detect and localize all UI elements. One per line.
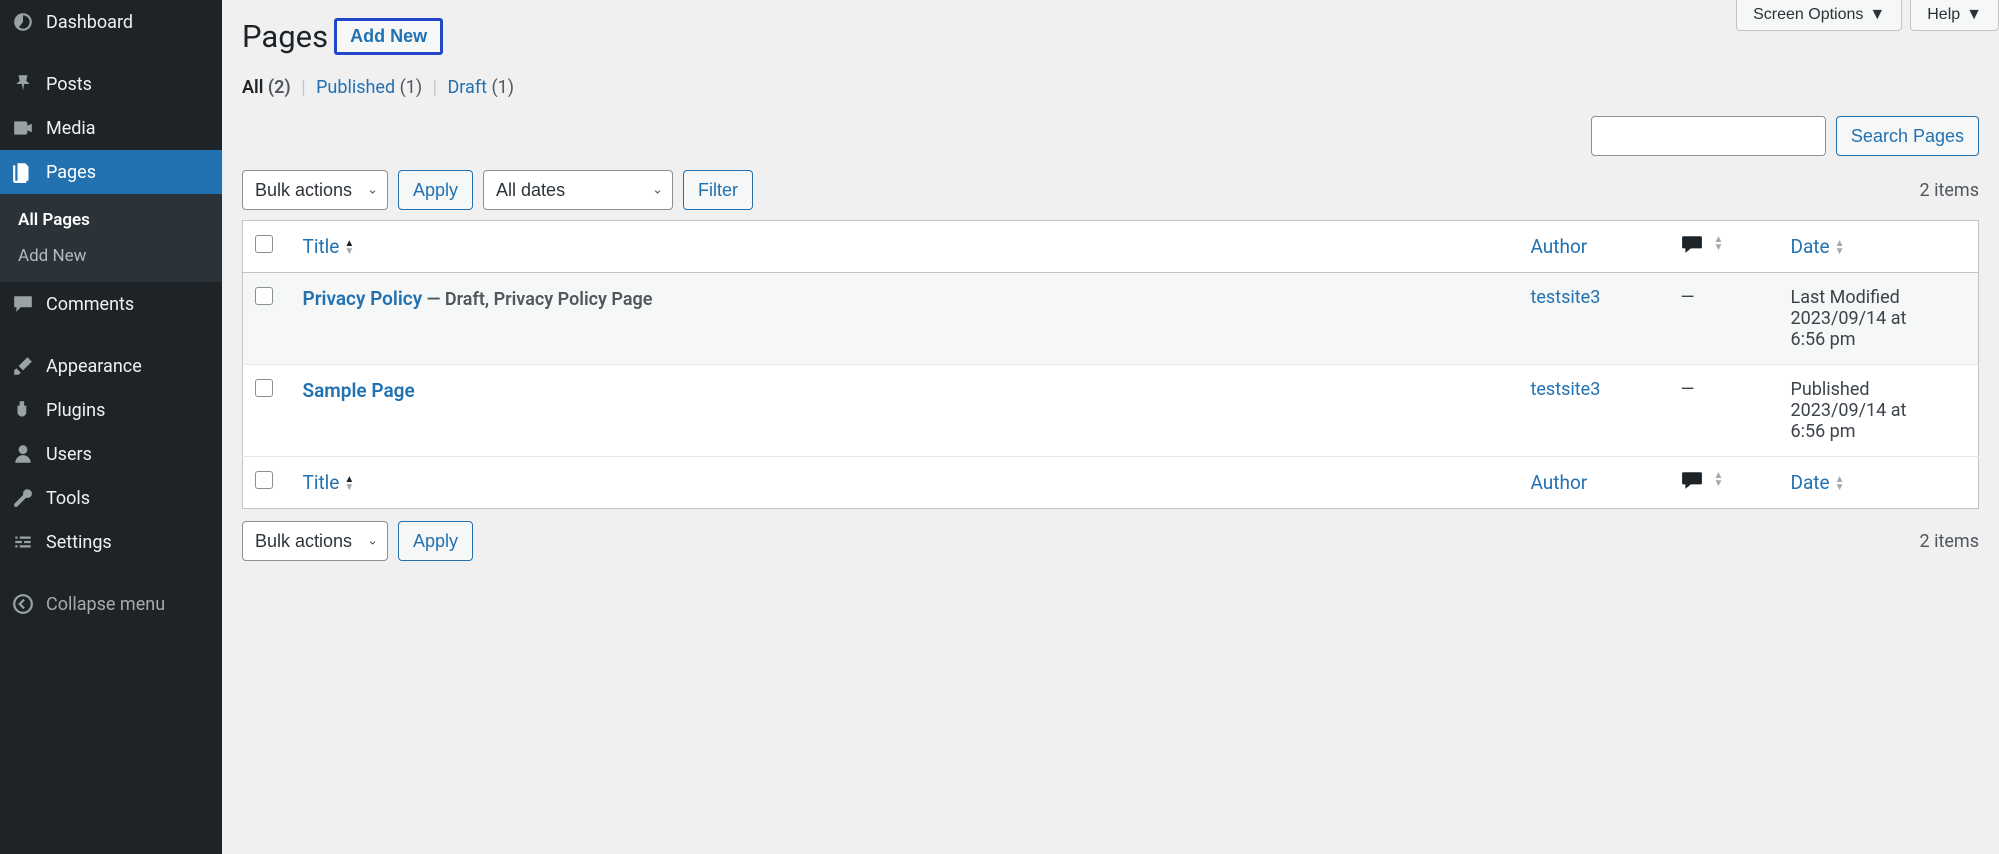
help-label: Help xyxy=(1927,6,1960,24)
row-comments: — xyxy=(1669,365,1779,457)
pin-icon xyxy=(12,73,34,95)
row-status-suffix: — Draft, Privacy Policy Page xyxy=(422,289,652,310)
bulk-actions-select-bottom[interactable]: Bulk actions xyxy=(242,521,388,561)
pages-submenu: All Pages Add New xyxy=(0,194,222,282)
media-icon xyxy=(12,117,34,139)
row-date: Published 2023/09/14 at 6:56 pm xyxy=(1779,365,1979,457)
filter-draft[interactable]: Draft xyxy=(447,77,487,98)
sidebar-label: Comments xyxy=(46,294,134,315)
column-date-bottom[interactable]: Date▲▼ xyxy=(1779,457,1979,509)
search-input[interactable] xyxy=(1591,116,1826,156)
select-all-checkbox[interactable] xyxy=(255,235,273,253)
help-button[interactable]: Help ▼ xyxy=(1910,0,1999,31)
column-comments[interactable]: ▲▼ xyxy=(1669,221,1779,273)
sidebar-label: Plugins xyxy=(46,400,105,421)
status-filter-links: All (2) | Published (1) | Draft (1) xyxy=(242,77,1979,98)
column-date[interactable]: Date▲▼ xyxy=(1779,221,1979,273)
wrench-icon xyxy=(12,487,34,509)
sidebar-label: Dashboard xyxy=(46,12,133,33)
settings-icon xyxy=(12,531,34,553)
comment-icon xyxy=(12,293,34,315)
sidebar-label: Pages xyxy=(46,162,96,183)
row-author-link[interactable]: testsite3 xyxy=(1531,287,1601,308)
sidebar-item-plugins[interactable]: Plugins xyxy=(0,388,222,432)
row-checkbox[interactable] xyxy=(255,287,273,305)
filter-button[interactable]: Filter xyxy=(683,170,753,210)
sidebar-item-tools[interactable]: Tools xyxy=(0,476,222,520)
table-row: Sample Page testsite3 — Published 2023/0… xyxy=(243,365,1979,457)
filter-published[interactable]: Published xyxy=(316,77,395,98)
user-icon xyxy=(12,443,34,465)
chevron-down-icon: ▼ xyxy=(1966,6,1982,24)
sidebar-item-pages[interactable]: Pages xyxy=(0,150,222,194)
screen-options-button[interactable]: Screen Options ▼ xyxy=(1736,0,1902,31)
plugin-icon xyxy=(12,399,34,421)
sidebar-item-posts[interactable]: Posts xyxy=(0,62,222,106)
table-row: Privacy Policy — Draft, Privacy Policy P… xyxy=(243,273,1979,365)
row-title-link[interactable]: Sample Page xyxy=(303,379,415,402)
column-title-bottom[interactable]: Title▲▼ xyxy=(291,457,1519,509)
select-all-checkbox-bottom[interactable] xyxy=(255,471,273,489)
pages-icon xyxy=(12,161,34,183)
submenu-all-pages[interactable]: All Pages xyxy=(0,202,222,238)
column-author-bottom[interactable]: Author xyxy=(1519,457,1669,509)
sidebar-label: Settings xyxy=(46,532,112,553)
sidebar-item-appearance[interactable]: Appearance xyxy=(0,344,222,388)
submenu-add-new[interactable]: Add New xyxy=(0,238,222,274)
column-author[interactable]: Author xyxy=(1519,221,1669,273)
sidebar-item-dashboard[interactable]: Dashboard xyxy=(0,0,222,44)
comment-bubble-icon xyxy=(1681,233,1703,255)
add-new-button[interactable]: Add New xyxy=(334,18,443,55)
row-author-link[interactable]: testsite3 xyxy=(1531,379,1601,400)
pages-table: Title▲▼ Author ▲▼ Date▲▼ Privacy Policy … xyxy=(242,220,1979,509)
sidebar-item-comments[interactable]: Comments xyxy=(0,282,222,326)
collapse-menu[interactable]: Collapse menu xyxy=(0,582,222,626)
dashboard-icon xyxy=(12,11,34,33)
sidebar-label: Tools xyxy=(46,488,90,509)
sidebar-item-users[interactable]: Users xyxy=(0,432,222,476)
chevron-down-icon: ▼ xyxy=(1869,6,1885,24)
sidebar-item-settings[interactable]: Settings xyxy=(0,520,222,564)
sidebar-label: Posts xyxy=(46,74,92,95)
bulk-actions-select[interactable]: Bulk actions xyxy=(242,170,388,210)
row-comments: — xyxy=(1669,273,1779,365)
row-title-link[interactable]: Privacy Policy xyxy=(303,287,423,310)
collapse-label: Collapse menu xyxy=(46,594,165,615)
items-count-bottom: 2 items xyxy=(1920,531,1979,552)
apply-button-bottom[interactable]: Apply xyxy=(398,521,473,561)
sidebar-label: Users xyxy=(46,444,92,465)
page-title: Pages xyxy=(242,18,328,55)
column-comments-bottom[interactable]: ▲▼ xyxy=(1669,457,1779,509)
collapse-icon xyxy=(12,593,34,615)
dates-select[interactable]: All dates xyxy=(483,170,673,210)
row-checkbox[interactable] xyxy=(255,379,273,397)
comment-bubble-icon xyxy=(1681,469,1703,491)
screen-options-label: Screen Options xyxy=(1753,6,1863,24)
search-pages-button[interactable]: Search Pages xyxy=(1836,116,1979,156)
row-date: Last Modified 2023/09/14 at 6:56 pm xyxy=(1779,273,1979,365)
admin-sidebar: Dashboard Posts Media Pages All Pages Ad… xyxy=(0,0,222,854)
column-title[interactable]: Title▲▼ xyxy=(291,221,1519,273)
sidebar-label: Media xyxy=(46,118,96,139)
sidebar-item-media[interactable]: Media xyxy=(0,106,222,150)
brush-icon xyxy=(12,355,34,377)
filter-all[interactable]: All (2) xyxy=(242,77,291,98)
items-count: 2 items xyxy=(1920,180,1979,201)
sidebar-label: Appearance xyxy=(46,356,142,377)
apply-button[interactable]: Apply xyxy=(398,170,473,210)
